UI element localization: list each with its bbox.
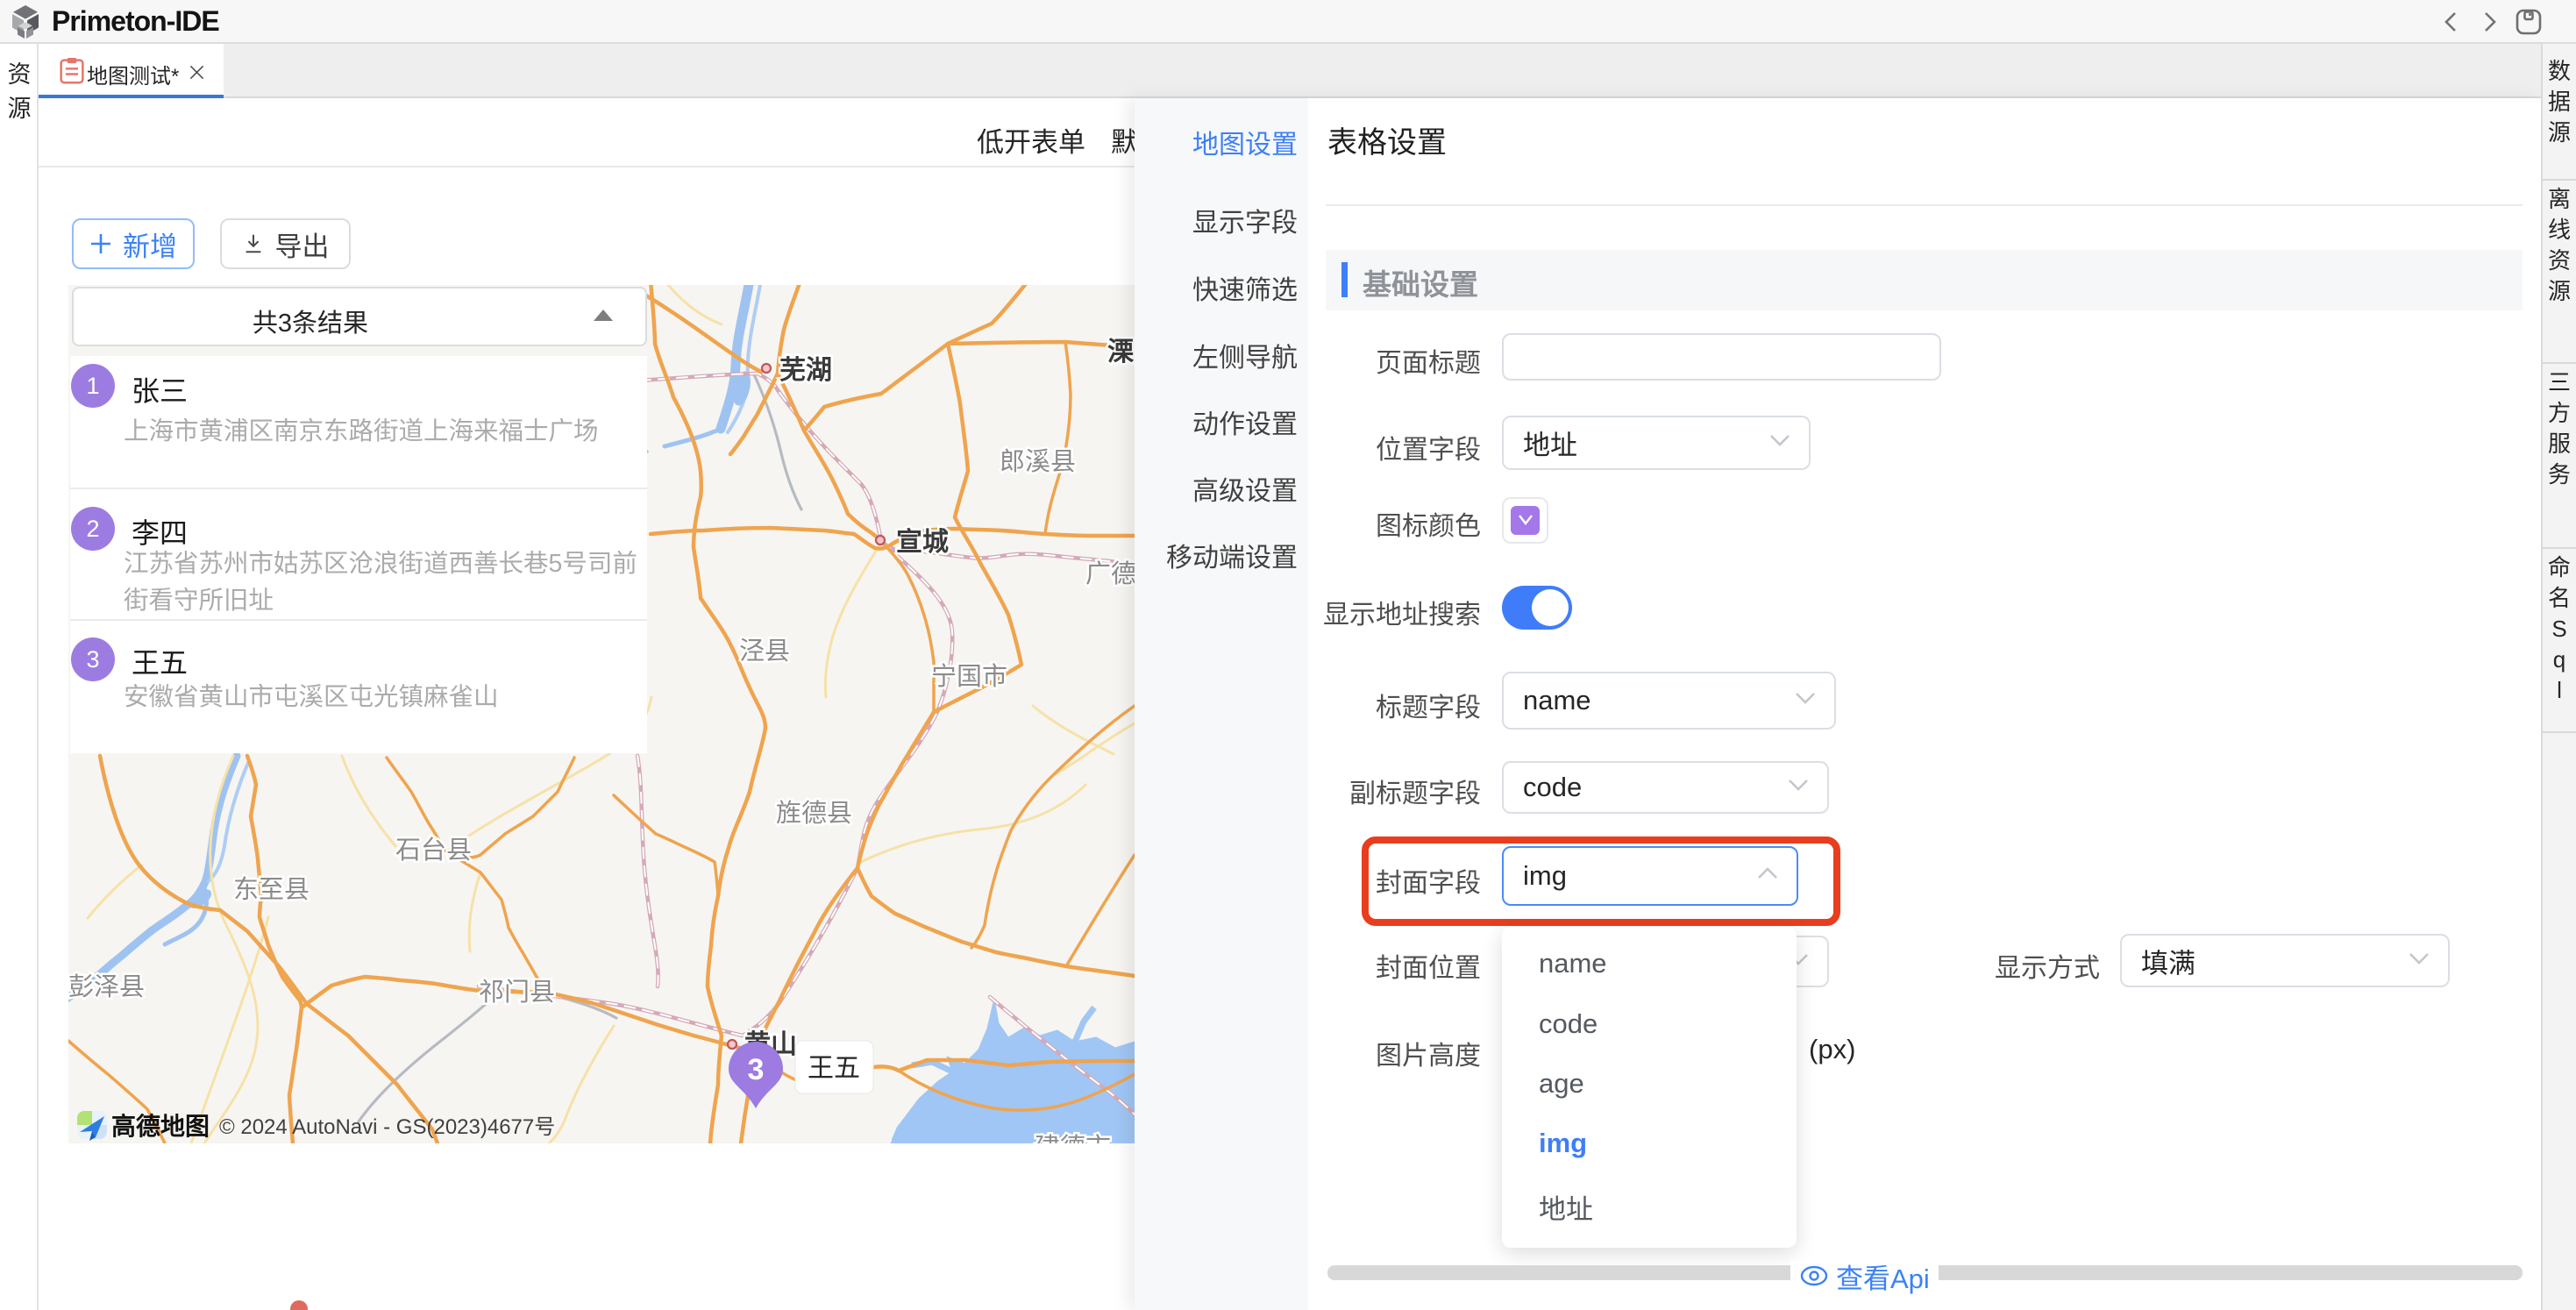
svg-text:王五: 王五 <box>808 1054 860 1083</box>
svg-text:泾县: 泾县 <box>739 637 790 666</box>
svg-text:高德地图: 高德地图 <box>111 1113 210 1140</box>
svg-text:宣城: 宣城 <box>896 528 949 557</box>
svg-text:旌德县: 旌德县 <box>776 799 852 828</box>
svg-text:石台县: 石台县 <box>395 836 472 865</box>
svg-text:建德市: 建德市 <box>1035 1133 1111 1143</box>
svg-text:溧阳: 溧阳 <box>1107 338 1135 367</box>
svg-text:芜湖: 芜湖 <box>779 356 832 385</box>
svg-text:广德市: 广德市 <box>1085 559 1135 588</box>
svg-text:彭泽县: 彭泽县 <box>68 972 145 1001</box>
svg-text:祁门县: 祁门县 <box>479 978 555 1007</box>
svg-text:© 2024 AutoNavi - GS(2023)4677: © 2024 AutoNavi - GS(2023)4677号 <box>219 1115 555 1139</box>
svg-text:宁国市: 宁国市 <box>931 662 1007 691</box>
svg-text:3: 3 <box>748 1053 765 1086</box>
svg-text:郎溪县: 郎溪县 <box>1000 447 1076 476</box>
svg-text:东至县: 东至县 <box>233 875 310 904</box>
